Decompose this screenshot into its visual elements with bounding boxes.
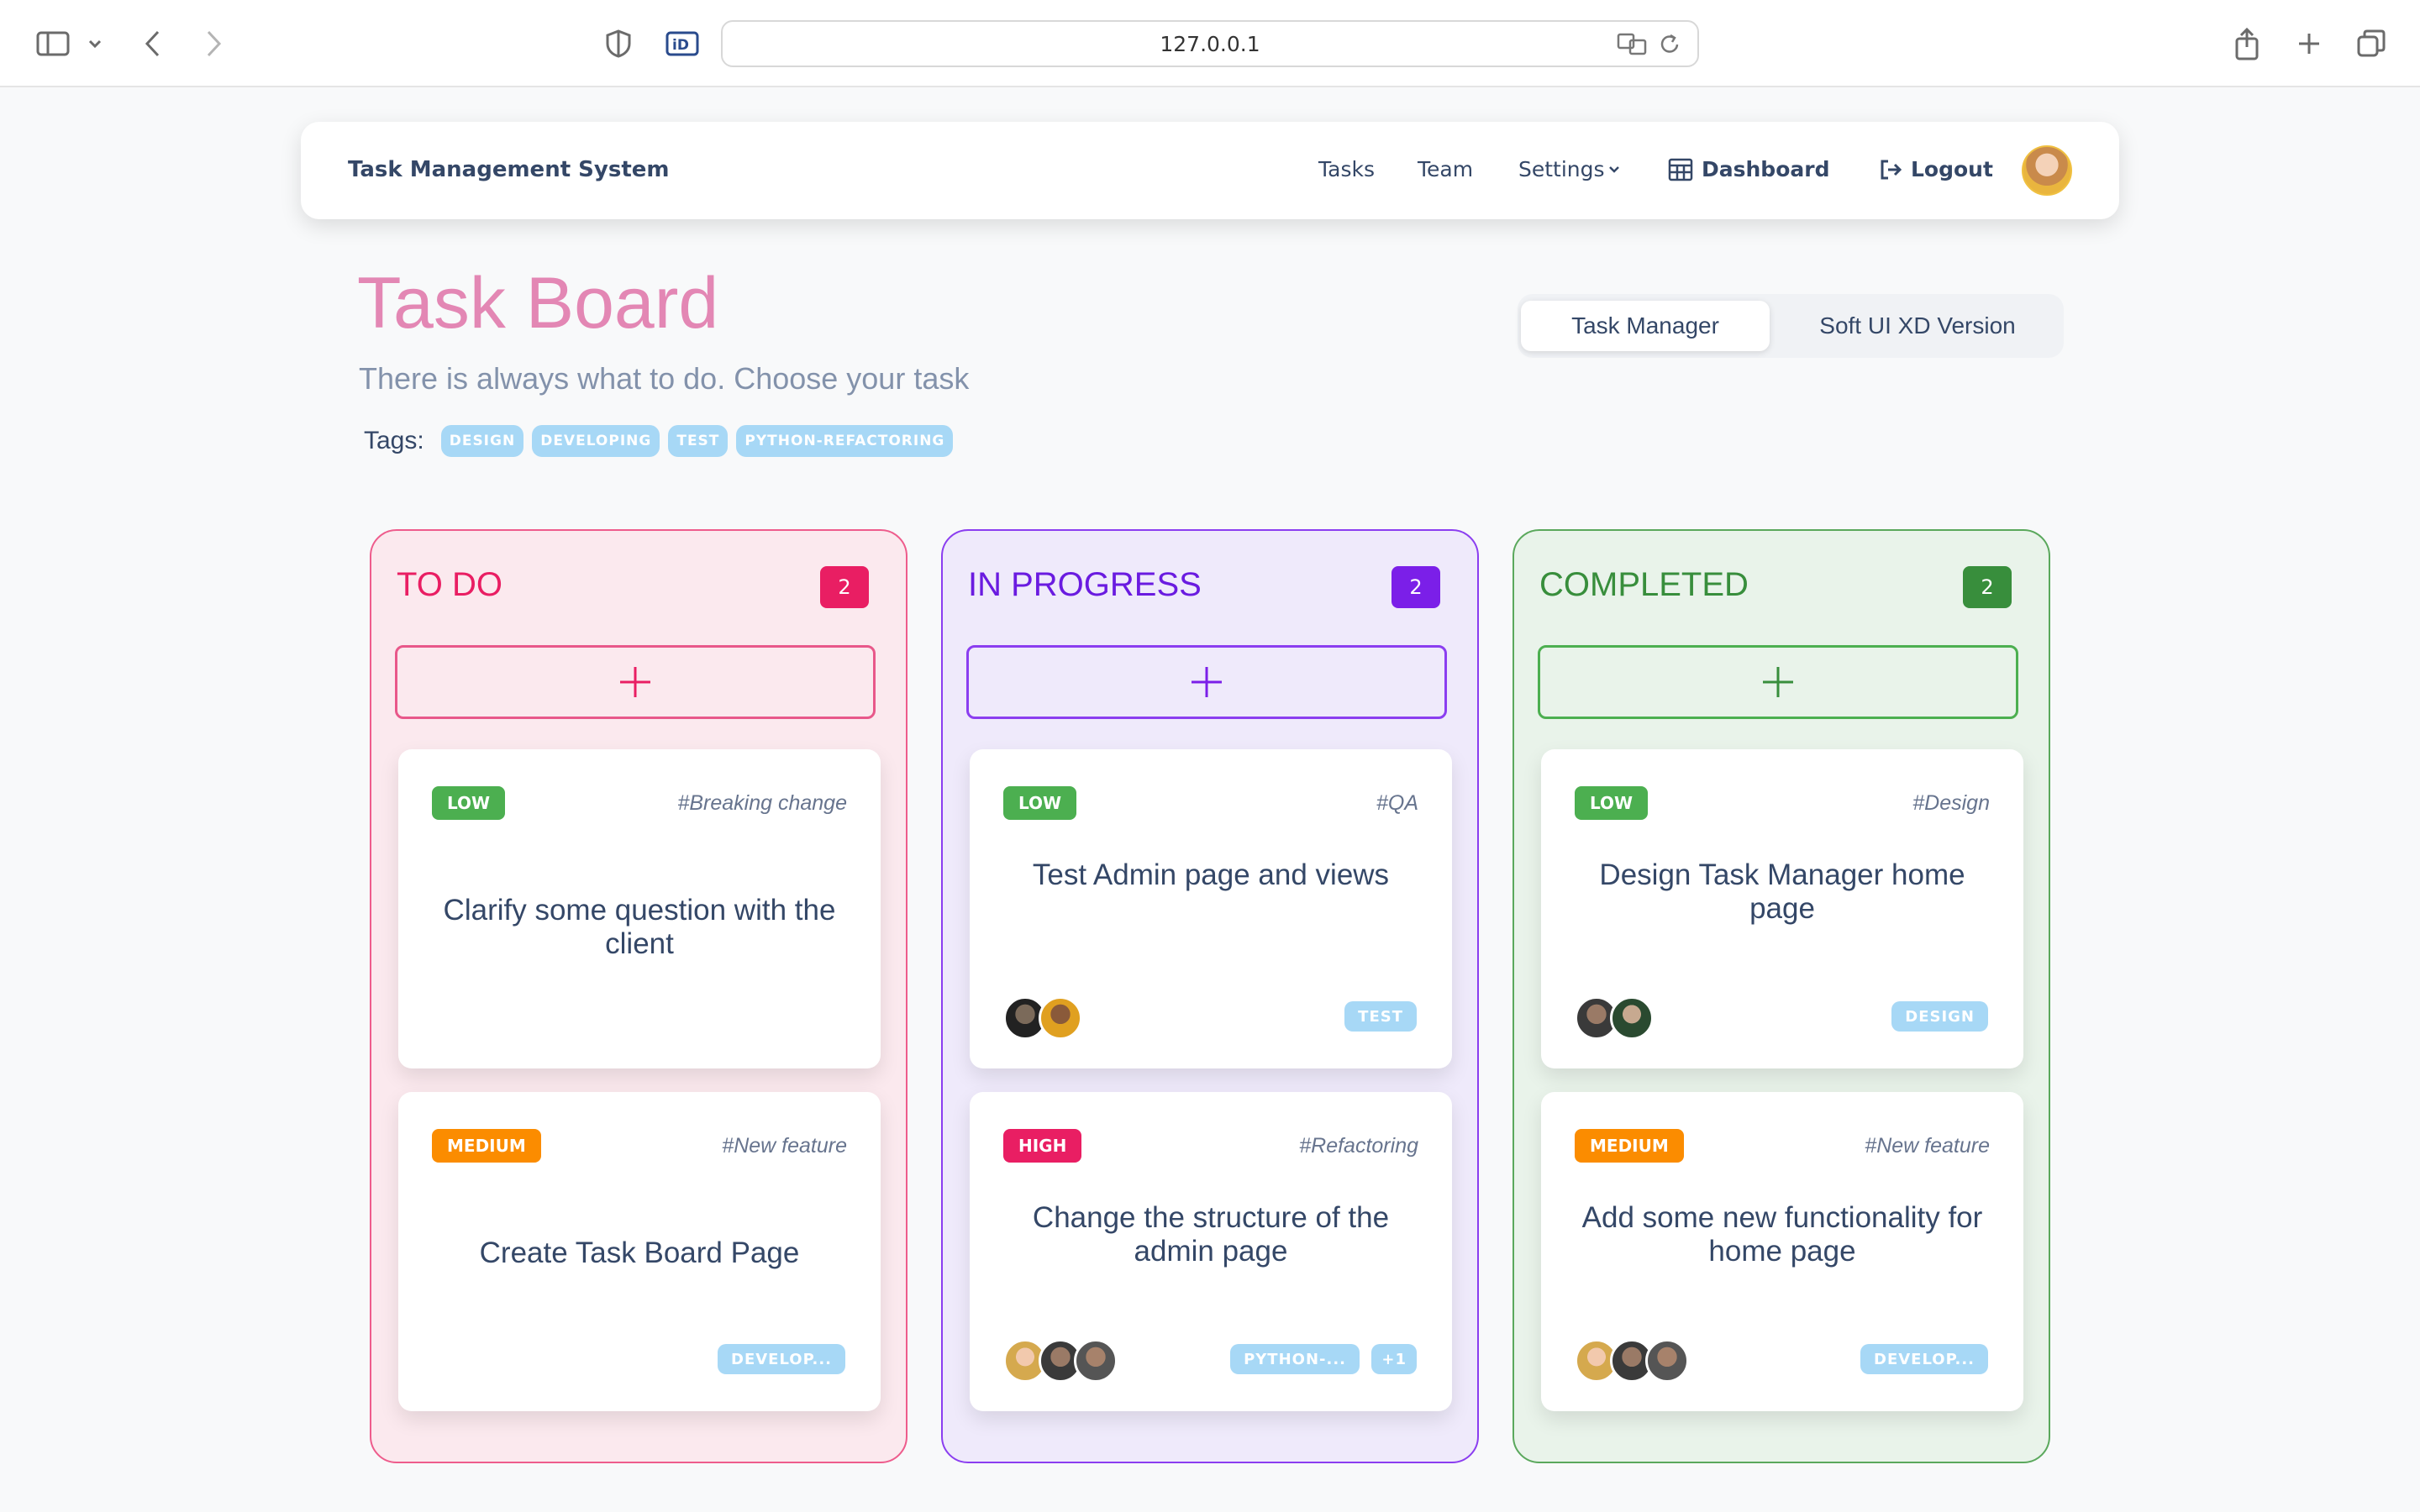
priority-badge: LOW xyxy=(1575,786,1649,820)
column-count-badge: 2 xyxy=(820,566,869,608)
add-task-button[interactable] xyxy=(1538,645,2018,719)
chevron-down-icon[interactable] xyxy=(82,22,108,66)
task-category: #Design xyxy=(1912,791,1990,815)
task-category: #New feature xyxy=(1865,1134,1990,1158)
task-title: Add some new functionality for home page xyxy=(1581,1201,1983,1268)
translate-icon[interactable] xyxy=(1617,32,1649,62)
nav-logout-label: Logout xyxy=(1911,157,1993,181)
tag-chip-test[interactable]: TEST xyxy=(668,425,729,457)
nav-dashboard[interactable]: Dashboard xyxy=(1668,157,1829,181)
task-title: Test Admin page and views xyxy=(1032,858,1390,891)
plus-icon xyxy=(1763,667,1793,697)
task-card[interactable]: LOW #Design Design Task Manager home pag… xyxy=(1541,749,2023,1068)
reload-icon[interactable] xyxy=(1659,32,1682,62)
add-task-button[interactable] xyxy=(966,645,1447,719)
assignee-avatars xyxy=(1003,996,1082,1040)
page-subtitle: There is always what to do. Choose your … xyxy=(359,361,970,396)
avatar[interactable] xyxy=(1610,996,1654,1040)
privacy-shield-icon[interactable] xyxy=(600,22,637,66)
avatar[interactable] xyxy=(1645,1339,1689,1383)
view-toggle: Task Manager Soft UI XD Version xyxy=(1518,294,2064,358)
user-avatar[interactable] xyxy=(2022,145,2072,196)
address-bar[interactable]: 127.0.0.1 xyxy=(721,20,1699,67)
task-tag-chip[interactable]: DESIGN xyxy=(1891,1001,1988,1032)
tags-label: Tags: xyxy=(364,427,424,454)
chevron-down-icon xyxy=(1608,165,1619,173)
avatar[interactable] xyxy=(1074,1339,1118,1383)
tags-row: Tags: DESIGN DEVELOPING TEST PYTHON-REFA… xyxy=(364,425,954,457)
logout-icon xyxy=(1881,160,1902,179)
add-task-button[interactable] xyxy=(395,645,876,719)
task-card[interactable]: MEDIUM #New feature Create Task Board Pa… xyxy=(398,1092,881,1411)
toggle-task-manager[interactable]: Task Manager xyxy=(1521,301,1770,351)
column-title: TO DO xyxy=(397,566,502,603)
browser-toolbar: iD 127.0.0.1 xyxy=(0,0,2420,87)
task-tag-chip[interactable]: PYTHON-... xyxy=(1230,1344,1360,1374)
priority-badge: LOW xyxy=(432,786,506,820)
task-card[interactable]: LOW #Breaking change Clarify some questi… xyxy=(398,749,881,1068)
task-card[interactable]: HIGH #Refactoring Change the structure o… xyxy=(970,1092,1452,1411)
brand-title[interactable]: Task Management System xyxy=(348,157,669,182)
task-tag-chip[interactable]: TEST xyxy=(1344,1001,1417,1032)
column-count-badge: 2 xyxy=(1963,566,2012,608)
task-tag-chip[interactable]: DEVELOP... xyxy=(718,1344,845,1374)
assignee-avatars xyxy=(1003,1339,1118,1383)
nav-settings-label: Settings xyxy=(1518,157,1605,181)
task-card[interactable]: LOW #QA Test Admin page and views TEST xyxy=(970,749,1452,1068)
priority-badge: MEDIUM xyxy=(432,1129,541,1163)
nav-tasks[interactable]: Tasks xyxy=(1318,157,1375,181)
nav-settings[interactable]: Settings xyxy=(1518,157,1620,181)
tag-chip-developing[interactable]: DEVELOPING xyxy=(532,425,660,457)
new-tab-icon[interactable] xyxy=(2291,22,2328,66)
column-title: IN PROGRESS xyxy=(968,566,1202,603)
column-title: COMPLETED xyxy=(1539,566,1749,603)
task-category: #QA xyxy=(1376,791,1418,815)
tab-overview-icon[interactable] xyxy=(2353,22,2390,66)
table-icon xyxy=(1668,158,1693,181)
task-card[interactable]: MEDIUM #New feature Add some new functio… xyxy=(1541,1092,2023,1411)
priority-badge: MEDIUM xyxy=(1575,1129,1684,1163)
nav-logout[interactable]: Logout xyxy=(1879,157,1993,181)
assignee-avatars xyxy=(1575,1339,1689,1383)
svg-text:iD: iD xyxy=(672,37,689,54)
task-category: #Refactoring xyxy=(1299,1134,1418,1158)
plus-icon xyxy=(1192,667,1222,697)
toggle-soft-ui-xd[interactable]: Soft UI XD Version xyxy=(1775,301,2060,351)
tag-chip-design[interactable]: DESIGN xyxy=(440,425,524,457)
column-todo: TO DO 2 LOW #Breaking change Clarify som… xyxy=(370,529,908,1463)
task-title: Create Task Board Page xyxy=(479,1236,800,1269)
forward-icon[interactable] xyxy=(197,22,230,66)
assignee-avatars xyxy=(1575,996,1654,1040)
task-category: #New feature xyxy=(722,1134,847,1158)
navbar: Task Management System Tasks Team Settin… xyxy=(301,122,2119,219)
sidebar-toggle-icon[interactable] xyxy=(32,22,74,66)
task-title: Clarify some question with the client xyxy=(443,894,836,960)
avatar[interactable] xyxy=(1039,996,1082,1040)
nav-dashboard-label: Dashboard xyxy=(1702,157,1830,181)
task-title: Design Task Manager home page xyxy=(1599,858,1965,925)
task-category: #Breaking change xyxy=(677,791,847,815)
nav-tasks-label: Tasks xyxy=(1318,157,1375,181)
more-tags-chip[interactable]: +1 xyxy=(1371,1344,1417,1374)
column-completed: COMPLETED 2 LOW #Design Design Task Mana… xyxy=(1512,529,2050,1463)
nav-team[interactable]: Team xyxy=(1418,157,1473,181)
priority-badge: HIGH xyxy=(1003,1129,1082,1163)
column-count-badge: 2 xyxy=(1392,566,1440,608)
page-title: Task Board xyxy=(357,263,719,344)
task-tag-chip[interactable]: DEVELOP... xyxy=(1860,1344,1988,1374)
plus-icon xyxy=(620,667,650,697)
id-extension-icon[interactable]: iD xyxy=(664,22,701,66)
task-title: Change the structure of the admin page xyxy=(1032,1201,1390,1268)
back-icon[interactable] xyxy=(136,22,170,66)
column-in-progress: IN PROGRESS 2 LOW #QA Test Admin page an… xyxy=(941,529,1479,1463)
tag-chip-python-refactoring[interactable]: PYTHON-REFACTORING xyxy=(736,425,954,457)
priority-badge: LOW xyxy=(1003,786,1077,820)
share-icon[interactable] xyxy=(2228,22,2265,66)
nav-team-label: Team xyxy=(1418,157,1474,181)
url-text: 127.0.0.1 xyxy=(1160,31,1260,56)
